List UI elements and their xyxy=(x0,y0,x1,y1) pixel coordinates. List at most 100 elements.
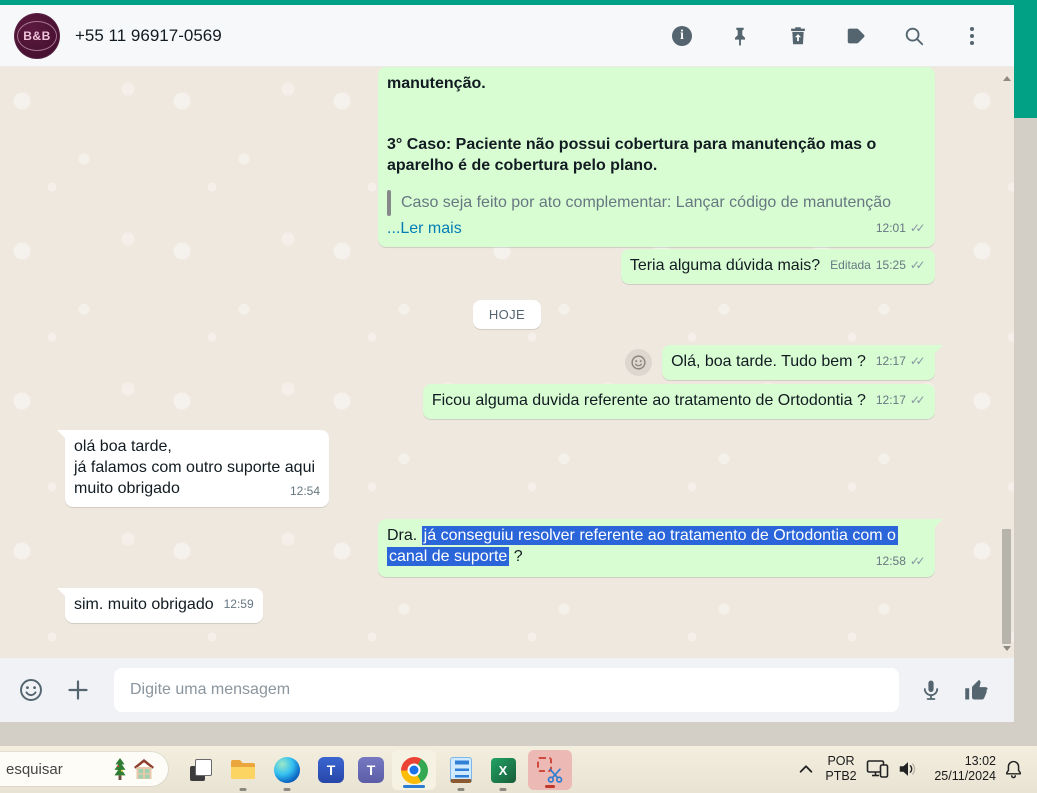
active-app-indicator xyxy=(403,785,425,788)
message-input[interactable] xyxy=(114,668,899,712)
message-meta: 12:01 ✓✓ xyxy=(876,218,926,239)
contact-phone[interactable]: +55 11 96917-0569 xyxy=(75,26,222,46)
outgoing-message[interactable]: manutenção. 3° Caso: Paciente não possui… xyxy=(378,67,935,247)
notifications-bell-icon[interactable] xyxy=(1003,758,1024,780)
chat-area: manutenção. 3° Caso: Paciente não possui… xyxy=(0,67,1014,658)
double-check-icon: ✓✓ xyxy=(909,221,926,235)
whatsapp-window: B&B +55 11 96917-0569 i manutenção. 3° C… xyxy=(0,0,1014,722)
notepad-button[interactable] xyxy=(444,754,478,791)
message-meta: 12:17 ✓✓ xyxy=(876,390,926,411)
teams-classic-button[interactable]: T xyxy=(354,754,388,786)
menu-kebab-icon[interactable] xyxy=(960,24,984,48)
date-divider: HOJE xyxy=(0,300,1014,329)
double-check-icon: ✓✓ xyxy=(909,354,926,368)
excel-icon: X xyxy=(490,757,516,783)
message-meta: 12:58 ✓✓ xyxy=(876,551,926,572)
message-row: Olá, boa tarde. Tudo bem ? 12:17 ✓✓ xyxy=(0,345,1014,380)
timestamp: 15:25 xyxy=(875,258,906,272)
message-text: olá boa tarde, xyxy=(74,438,172,455)
folder-icon xyxy=(231,760,255,779)
attach-plus-icon[interactable] xyxy=(66,678,90,702)
read-more-link[interactable]: ...Ler mais xyxy=(387,218,462,239)
outgoing-message[interactable]: Ficou alguma duvida referente ao tratame… xyxy=(422,384,935,419)
chrome-icon xyxy=(400,756,428,784)
microphone-icon[interactable] xyxy=(919,678,943,702)
timestamp: 12:17 xyxy=(875,393,906,407)
chat-scrollbar[interactable] xyxy=(1001,67,1013,658)
emoji-picker-icon[interactable] xyxy=(18,677,44,703)
task-view-button[interactable] xyxy=(184,754,218,786)
message-text: manutenção. xyxy=(387,75,486,92)
edge-button[interactable] xyxy=(270,754,304,791)
incoming-message[interactable]: sim. muito obrigado 12:59 xyxy=(57,588,263,623)
message-text: sim. muito obrigado xyxy=(74,596,214,613)
composer-bar xyxy=(0,658,1014,722)
tray-date: 25/11/2024 xyxy=(934,769,996,783)
outgoing-message[interactable]: Olá, boa tarde. Tudo bem ? 12:17 ✓✓ xyxy=(662,345,943,380)
label-icon[interactable] xyxy=(844,24,868,48)
message-text: muito obrigado xyxy=(74,480,180,497)
double-check-icon: ✓✓ xyxy=(909,258,926,272)
tray-time: 13:02 xyxy=(964,754,996,768)
scroll-down-icon[interactable] xyxy=(1003,646,1011,651)
scrollbar-thumb[interactable] xyxy=(1002,529,1011,644)
delete-chat-icon[interactable] xyxy=(786,24,810,48)
avatar-monogram: B&B xyxy=(17,20,57,51)
react-emoji-icon[interactable] xyxy=(625,349,653,376)
message-row: Ficou alguma duvida referente ao tratame… xyxy=(0,384,1014,419)
message-row: Dra. já conseguiu resolver referente ao … xyxy=(0,519,1014,577)
message-text: já falamos com outro suporte aqui xyxy=(74,459,316,476)
timestamp: 12:58 xyxy=(875,554,906,568)
background-window-strip xyxy=(1014,0,1037,118)
windows-taskbar: esquisar T T X POR PTB2 13:02 25/11/2024 xyxy=(0,746,1037,793)
timestamp: 12:17 xyxy=(875,354,906,368)
tray-chevron-up-icon[interactable] xyxy=(797,761,815,777)
message-text: 3° Caso: Paciente não possui cobertura p… xyxy=(387,136,877,174)
christmas-tree-icon xyxy=(114,758,126,780)
excel-button[interactable]: X xyxy=(486,754,520,791)
teams-classic-icon: T xyxy=(358,757,384,783)
edited-label: Editada xyxy=(830,258,871,272)
message-text: Teria alguma dúvida mais? xyxy=(629,257,821,274)
incoming-message[interactable]: olá boa tarde, já falamos com outro supo… xyxy=(56,430,330,507)
message-row: manutenção. 3° Caso: Paciente não possui… xyxy=(0,67,1014,247)
search-seasonal-art xyxy=(109,757,156,781)
timestamp: 12:01 xyxy=(875,221,906,235)
quoted-text: Caso seja feito por ato complementar: La… xyxy=(387,190,926,216)
window-accent-bar xyxy=(0,0,1014,5)
message-text: Dra. xyxy=(387,527,422,544)
volume-icon[interactable] xyxy=(897,759,919,779)
message-row: olá boa tarde, já falamos com outro supo… xyxy=(0,430,1014,507)
chrome-button-active[interactable] xyxy=(392,750,436,790)
teams-button[interactable]: T xyxy=(314,754,348,786)
snipping-tool-icon xyxy=(537,757,563,783)
date-pill: HOJE xyxy=(472,300,542,329)
message-meta: Editada 15:25 ✓✓ xyxy=(830,255,926,276)
notepad-icon xyxy=(450,757,472,783)
gingerbread-house-icon xyxy=(134,759,154,779)
task-view-icon xyxy=(190,759,212,781)
snipping-tool-button-active[interactable] xyxy=(528,750,572,790)
message-text: Olá, boa tarde. Tudo bem ? xyxy=(671,353,866,370)
header-actions xyxy=(670,24,984,48)
network-device-icon[interactable] xyxy=(866,758,890,781)
message-text: Ficou alguma duvida referente ao tratame… xyxy=(431,392,866,409)
teams-icon: T xyxy=(318,757,344,783)
outgoing-message[interactable]: Dra. já conseguiu resolver referente ao … xyxy=(378,519,943,577)
search-icon[interactable] xyxy=(902,24,926,48)
timestamp: 12:54 xyxy=(289,484,321,498)
tray-clock[interactable]: 13:02 25/11/2024 xyxy=(924,754,996,784)
chat-header: B&B +55 11 96917-0569 xyxy=(0,5,1014,67)
double-check-icon: ✓✓ xyxy=(909,393,926,407)
file-explorer-button[interactable] xyxy=(226,754,260,791)
scroll-up-icon[interactable] xyxy=(1003,76,1011,81)
pin-icon[interactable] xyxy=(728,24,752,48)
taskbar-search-text: esquisar xyxy=(6,760,63,778)
outgoing-message[interactable]: Teria alguma dúvida mais? Editada 15:25 … xyxy=(620,249,935,284)
language-indicator[interactable]: POR PTB2 xyxy=(818,754,864,784)
thumbs-up-icon[interactable] xyxy=(963,677,990,704)
info-icon[interactable] xyxy=(670,24,694,48)
message-meta: 12:17 ✓✓ xyxy=(876,351,926,372)
taskbar-search[interactable]: esquisar xyxy=(0,752,168,786)
avatar[interactable]: B&B xyxy=(14,12,60,59)
